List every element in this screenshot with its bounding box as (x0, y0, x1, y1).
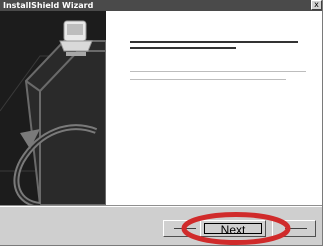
wizard-message-area (130, 41, 310, 111)
title-bar: InstallShield Wizard x (0, 0, 322, 11)
heading-text-line (130, 47, 236, 49)
button-separator (0, 205, 322, 207)
computer-icon (59, 20, 93, 56)
close-button[interactable]: x (311, 0, 322, 10)
back-button-placeholder (174, 228, 196, 229)
installshield-wizard-window: InstallShield Wizard x Next (0, 0, 323, 246)
next-button-focus-ring: Next (204, 223, 262, 237)
body-text-line (130, 79, 286, 80)
window-title: InstallShield Wizard (3, 1, 94, 10)
wizard-side-graphic (0, 11, 106, 205)
wizard-content (0, 11, 322, 205)
product-box-shape (24, 40, 106, 205)
next-button-label: Next (220, 223, 246, 237)
back-button[interactable] (163, 220, 203, 237)
cancel-button[interactable] (272, 220, 316, 237)
next-button[interactable]: Next (200, 220, 266, 237)
close-icon: x (314, 0, 319, 9)
cancel-button-placeholder (285, 228, 307, 229)
heading-text-line (130, 41, 298, 43)
body-text-line (130, 71, 306, 72)
